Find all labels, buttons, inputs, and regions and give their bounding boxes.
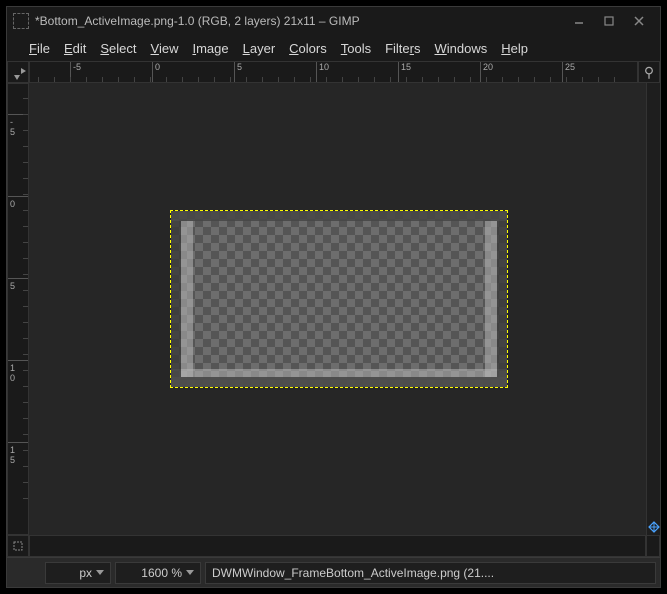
statusbar: px 1600 % DWMWindow_FrameBottom_ActiveIm… — [7, 557, 660, 587]
units-selector[interactable]: px — [45, 562, 111, 584]
menubar: File Edit Select View Image Layer Colors… — [7, 35, 660, 61]
menu-file[interactable]: File — [23, 39, 56, 58]
vertical-scrollbar[interactable] — [646, 83, 660, 535]
menu-windows[interactable]: Windows — [429, 39, 494, 58]
navigation-icon[interactable] — [648, 521, 660, 533]
menu-layer[interactable]: Layer — [237, 39, 282, 58]
window-title: *Bottom_ActiveImage.png-1.0 (RGB, 2 laye… — [33, 14, 560, 28]
menu-tools[interactable]: Tools — [335, 39, 377, 58]
app-icon — [13, 13, 29, 29]
units-label: px — [79, 566, 92, 580]
titlebar[interactable]: *Bottom_ActiveImage.png-1.0 (RGB, 2 laye… — [7, 7, 660, 35]
quickmask-toggle[interactable] — [7, 535, 29, 557]
bottom-row — [7, 535, 660, 557]
zoom-selector[interactable]: 1600 % — [115, 562, 201, 584]
ruler-row-top: -50510152025 ⚲ — [7, 61, 660, 83]
main-area: - 5051 01 5 — [7, 83, 660, 535]
bottom-corner — [646, 535, 660, 557]
maximize-button[interactable] — [594, 12, 624, 30]
zoom-label: 1600 % — [141, 566, 182, 580]
menu-edit[interactable]: Edit — [58, 39, 92, 58]
minimize-button[interactable] — [564, 12, 594, 30]
menu-select[interactable]: Select — [94, 39, 142, 58]
menu-colors[interactable]: Colors — [283, 39, 333, 58]
zoom-fit-icon[interactable]: ⚲ — [638, 61, 660, 83]
horizontal-ruler[interactable]: -50510152025 — [29, 61, 638, 83]
window-controls — [564, 12, 654, 30]
ruler-origin[interactable] — [7, 61, 29, 83]
status-filename: DWMWindow_FrameBottom_ActiveImage.png (2… — [205, 562, 656, 584]
horizontal-scrollbar[interactable] — [29, 535, 646, 557]
menu-filters[interactable]: Filters — [379, 39, 426, 58]
menu-image[interactable]: Image — [186, 39, 234, 58]
chevron-down-icon — [186, 570, 194, 575]
chevron-down-icon — [96, 570, 104, 575]
canvas[interactable] — [29, 83, 646, 535]
selection-marquee — [170, 210, 508, 388]
vertical-ruler[interactable]: - 5051 01 5 — [7, 83, 29, 535]
close-button[interactable] — [624, 12, 654, 30]
menu-view[interactable]: View — [145, 39, 185, 58]
gimp-window: *Bottom_ActiveImage.png-1.0 (RGB, 2 laye… — [6, 6, 661, 588]
menu-help[interactable]: Help — [495, 39, 534, 58]
